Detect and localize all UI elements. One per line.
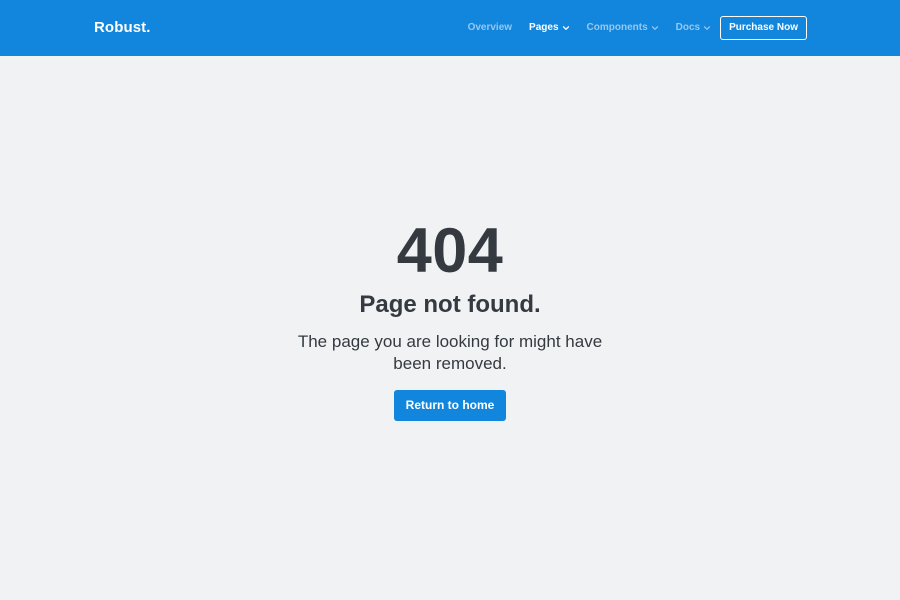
- nav-item-docs[interactable]: Docs: [676, 16, 711, 40]
- error-content: 404 Page not found. The page you are loo…: [0, 56, 900, 600]
- nav-item-components[interactable]: Components: [587, 16, 659, 40]
- purchase-now-button[interactable]: Purchase Now: [720, 16, 807, 40]
- nav-links: Overview Pages Components Docs Purchase …: [468, 16, 807, 40]
- error-title: Page not found.: [359, 291, 541, 318]
- chevron-down-icon: [562, 24, 570, 32]
- error-code: 404: [396, 216, 504, 286]
- chevron-down-icon: [703, 24, 711, 32]
- nav-item-label: Components: [586, 22, 648, 33]
- error-message: The page you are looking for might have …: [297, 332, 603, 373]
- nav-item-label: Overview: [467, 22, 513, 33]
- nav-item-label: Pages: [529, 22, 559, 33]
- top-navbar: Robust. Overview Pages Components Docs P…: [0, 0, 900, 56]
- nav-item-overview[interactable]: Overview: [468, 16, 512, 40]
- brand-logo[interactable]: Robust.: [94, 18, 151, 38]
- return-home-button[interactable]: Return to home: [394, 390, 506, 421]
- nav-item-label: Docs: [675, 22, 701, 33]
- nav-item-pages[interactable]: Pages: [529, 16, 569, 40]
- chevron-down-icon: [651, 24, 659, 32]
